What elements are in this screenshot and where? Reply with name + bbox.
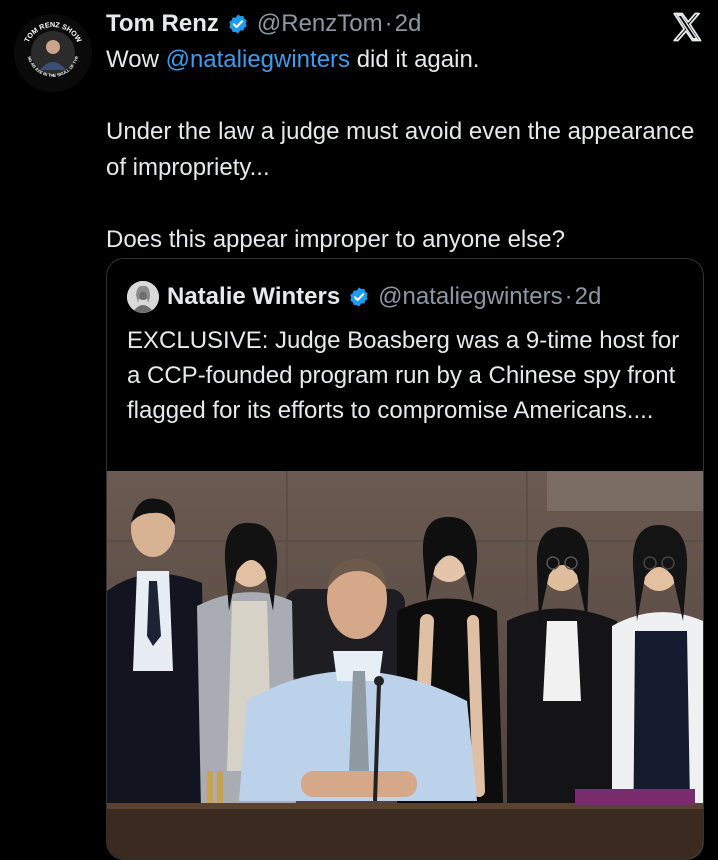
quoted-tweet-photo[interactable] — [107, 471, 703, 859]
x-logo-icon[interactable] — [670, 10, 704, 44]
author-name[interactable]: Tom Renz — [106, 8, 219, 40]
quoted-author-handle[interactable]: @nataliegwinters — [378, 281, 562, 313]
tom-renz-show-logo: TOM RENZ SHOW PUTTING AN AXE IN THE SKUL… — [14, 14, 91, 91]
quoted-tweet-text: EXCLUSIVE: Judge Boasberg was a 9-time h… — [127, 327, 680, 424]
mention-link[interactable]: @nataliegwinters — [166, 46, 350, 73]
tweet-paragraph-1: Wow @nataliegwinters did it again. — [106, 46, 480, 73]
quoted-author-avatar[interactable] — [127, 281, 159, 313]
tweet-time[interactable]: 2d — [395, 8, 422, 40]
tweet-text: Wow @nataliegwinters did it again. Under… — [106, 42, 696, 258]
quoted-tweet-time[interactable]: 2d — [575, 281, 602, 313]
tweet-paragraph-3: Does this appear improper to anyone else… — [106, 226, 565, 253]
quoted-tweet-card[interactable]: Natalie Winters @nataliegwinters · 2d EX… — [106, 258, 704, 860]
quoted-tweet-header: Natalie Winters @nataliegwinters · 2d — [127, 281, 601, 313]
handle-separator: · — [384, 10, 393, 37]
tweet-paragraph-2: Under the law a judge must avoid even th… — [106, 118, 695, 181]
handle-separator: · — [564, 283, 573, 310]
quoted-author-name[interactable]: Natalie Winters — [167, 281, 340, 313]
group-photo — [107, 471, 703, 859]
author-handle[interactable]: @RenzTom — [257, 8, 383, 40]
tweet-header: Tom Renz @RenzTom · 2d — [106, 8, 421, 40]
verified-badge-icon — [227, 13, 249, 35]
author-avatar[interactable]: TOM RENZ SHOW PUTTING AN AXE IN THE SKUL… — [14, 14, 92, 92]
verified-badge-icon — [348, 286, 370, 308]
